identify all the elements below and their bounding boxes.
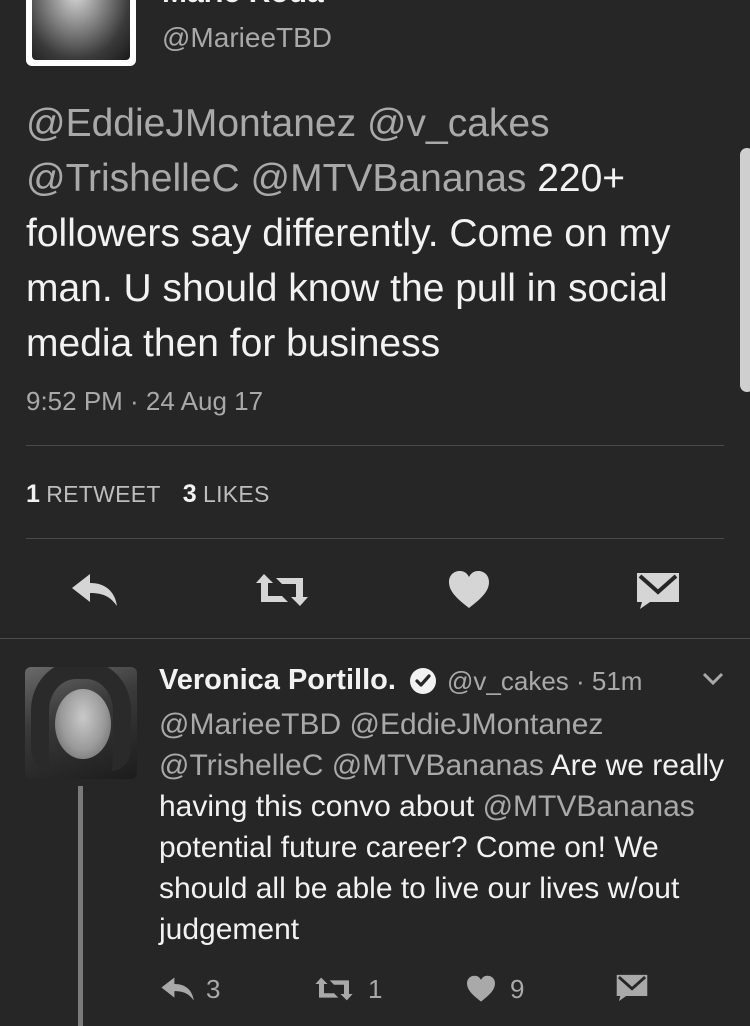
avatar-hair	[31, 667, 131, 771]
divider	[26, 538, 724, 539]
reply-author-handle[interactable]: @v_cakes · 51m	[447, 666, 642, 697]
reply-action-retweet-icon[interactable]	[314, 975, 354, 1003]
reply-mentions-line1[interactable]: @MarieeTBD @EddieJMontanez	[159, 708, 603, 741]
divider	[0, 638, 750, 639]
reply-count: 3	[206, 974, 221, 1004]
tweet-stats: 1 RETWEET 3 LIKES	[26, 480, 270, 509]
retweet-icon[interactable]	[254, 572, 310, 608]
tweet-mentions-line2[interactable]: @TrishelleC @MTVBananas	[26, 157, 526, 200]
reply-action-heart-icon[interactable]	[466, 975, 496, 1003]
author-avatar-photo	[32, 0, 130, 60]
reply-text: @MarieeTBD @EddieJMontanez @TrishelleC @M…	[159, 704, 734, 950]
verified-badge-icon	[410, 668, 436, 694]
tweet-text: @EddieJMontanez @v_cakes @TrishelleC @MTV…	[26, 96, 726, 371]
like-count: 9	[510, 974, 525, 1004]
heart-icon[interactable]	[448, 570, 490, 610]
thread-line	[78, 786, 83, 1026]
retweets-count: 1	[26, 480, 41, 508]
reply-icon[interactable]	[70, 570, 120, 610]
tweet-mentions-line1[interactable]: @EddieJMontanez @v_cakes	[26, 102, 550, 145]
retweets-label: RETWEET	[46, 481, 161, 507]
reply-action-reply-icon[interactable]	[160, 974, 196, 1004]
likes-count: 3	[182, 480, 197, 508]
reply-action-direct-message-icon[interactable]	[616, 974, 648, 1002]
tweet-timestamp: 9:52 PM · 24 Aug 17	[26, 386, 264, 416]
author-handle[interactable]: @MarieeTBD	[162, 22, 332, 54]
divider	[26, 445, 724, 446]
retweets-stat[interactable]: 1 RETWEET	[26, 480, 161, 508]
reply-body-part2: potential future career? Come on! We sho…	[159, 831, 680, 946]
chevron-down-icon[interactable]	[700, 668, 726, 693]
author-name[interactable]: Marie Roda	[162, 0, 324, 10]
likes-stat[interactable]: 3 LIKES	[182, 480, 270, 508]
likes-label: LIKES	[202, 481, 270, 507]
reply-mentions-line2[interactable]: @TrishelleC @MTVBananas	[159, 749, 544, 782]
retweet-count: 1	[368, 974, 383, 1004]
author-avatar[interactable]	[26, 0, 136, 66]
reply-mention-inline[interactable]: @MTVBananas	[483, 790, 695, 823]
reply-author-avatar[interactable]	[25, 667, 137, 779]
direct-message-icon[interactable]	[636, 572, 680, 610]
scrollbar[interactable]	[740, 148, 750, 392]
reply-author-name[interactable]: Veronica Portillo.	[159, 664, 396, 697]
